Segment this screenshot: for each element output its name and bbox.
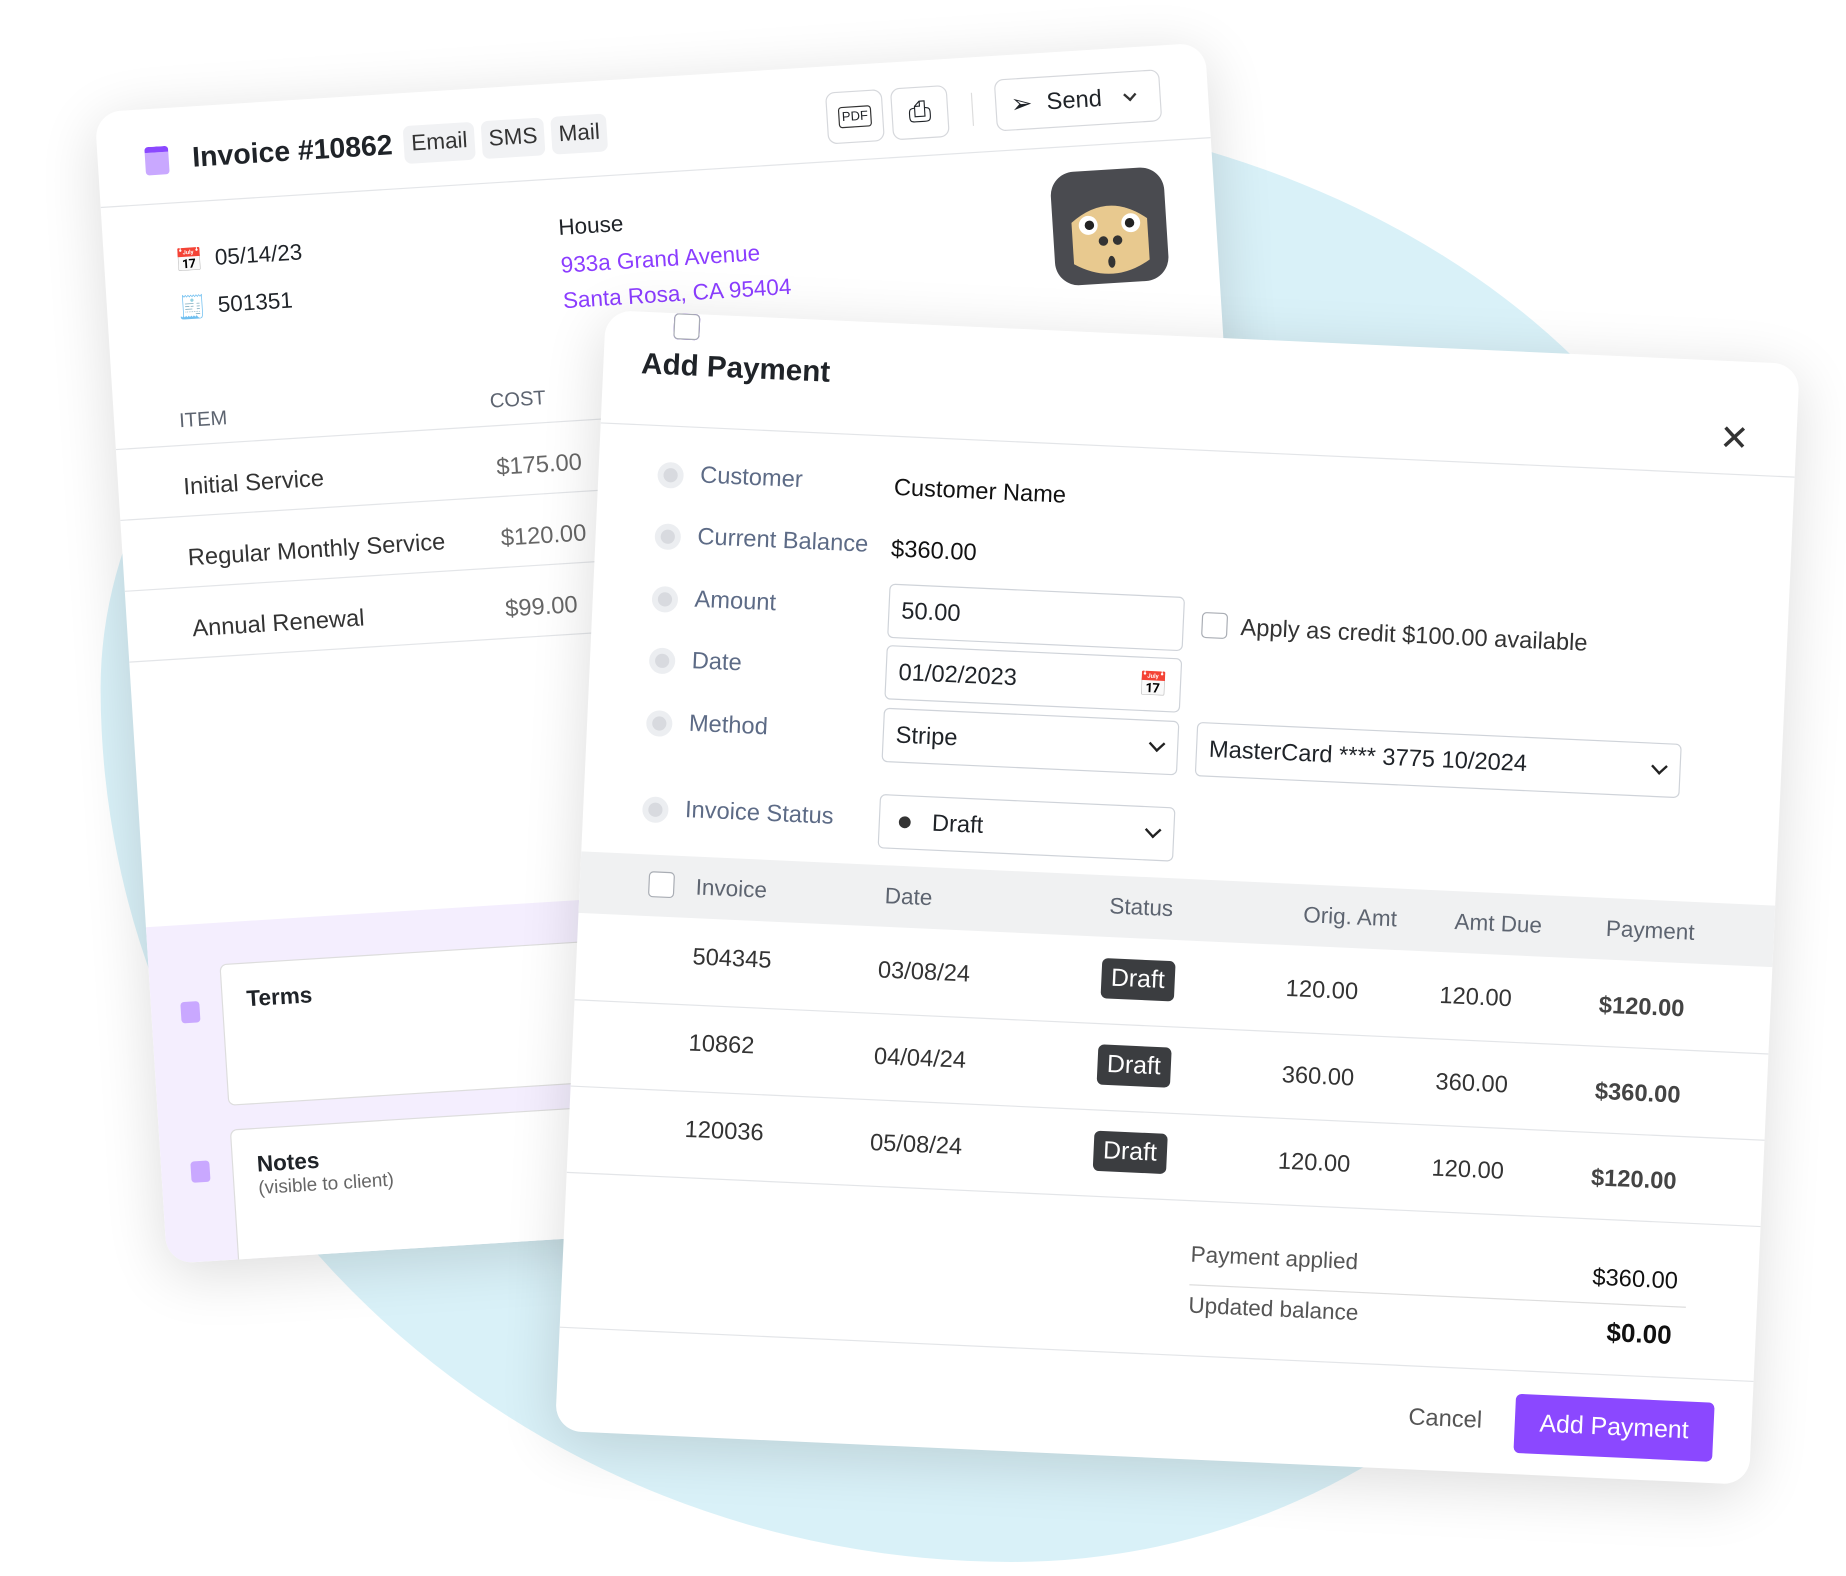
cancel-button[interactable]: Cancel: [1408, 1404, 1483, 1435]
receipt-icon: 🧾: [177, 295, 207, 322]
close-button[interactable]: ✕: [1718, 417, 1750, 460]
row-amt-due: 120.00: [1430, 1155, 1505, 1185]
date-input[interactable]: 01/02/2023 📅: [884, 644, 1183, 713]
add-payment-modal: Add Payment ✕ Customer Customer Name Cur…: [554, 310, 1800, 1485]
add-payment-button[interactable]: Add Payment: [1513, 1393, 1715, 1462]
payment-applied-value: $360.00: [1591, 1264, 1679, 1295]
status-badge: Draft: [1100, 957, 1176, 1002]
col-cost: COST: [489, 386, 547, 413]
item-cost: $175.00: [495, 449, 583, 481]
print-button[interactable]: ⎙: [889, 84, 950, 141]
invoice-number: 501351: [217, 288, 294, 319]
apply-credit-label: Apply as credit $100.00 available: [1239, 614, 1589, 657]
gorilla-avatar: [1050, 167, 1169, 286]
calendar-icon[interactable]: 📅: [1138, 669, 1169, 700]
email-pill[interactable]: Email: [403, 121, 476, 164]
updated-balance-value: $0.00: [1605, 1317, 1673, 1350]
amount-input[interactable]: 50.00: [887, 583, 1186, 652]
row-amt-due: 120.00: [1438, 982, 1513, 1013]
location-name: House: [557, 211, 625, 241]
col-amt-due: Amt Due: [1454, 910, 1543, 939]
info-icon: [654, 522, 682, 550]
chevron-down-icon: [1651, 758, 1668, 775]
col-orig-amt: Orig. Amt: [1302, 903, 1398, 933]
row-orig-amt: 120.00: [1285, 975, 1359, 1006]
chevron-down-icon: [1123, 88, 1137, 102]
info-icon: [651, 585, 679, 613]
info-icon: [648, 646, 676, 674]
send-button[interactable]: ➢ Send: [993, 69, 1163, 132]
row-checkbox[interactable]: [673, 313, 701, 341]
address-link[interactable]: 933a Grand Avenue Santa Rosa, CA 95404: [560, 235, 793, 320]
balance-value: $360.00: [890, 536, 978, 567]
clipboard-icon: [180, 1000, 201, 1024]
item-name: Annual Renewal: [191, 605, 366, 643]
invoice-status-select[interactable]: Draft: [877, 793, 1176, 862]
row-orig-amt: 360.00: [1281, 1062, 1355, 1092]
row-payment: $120.00: [1590, 1165, 1678, 1195]
info-icon: [645, 709, 673, 737]
paper-plane-icon: ➢: [1009, 87, 1034, 119]
pdf-button[interactable]: PDF: [824, 88, 885, 145]
toolbar-divider: [970, 92, 975, 126]
item-cost: $120.00: [500, 520, 588, 552]
info-icon: [641, 795, 670, 823]
updated-balance-label: Updated balance: [1187, 1293, 1359, 1327]
col-status: Status: [1108, 894, 1174, 923]
col-item: ITEM: [178, 406, 228, 432]
status-dot-icon: [898, 816, 911, 829]
printer-icon: ⎙: [907, 95, 933, 129]
pdf-icon: PDF: [837, 105, 873, 129]
info-icon: [657, 461, 685, 489]
invoice-link[interactable]: 504345: [692, 944, 772, 975]
col-invoice: Invoice: [695, 875, 768, 904]
invoice-title: Invoice #10862: [191, 129, 394, 174]
clipboard-icon: [190, 1160, 211, 1183]
chevron-down-icon: [1144, 821, 1162, 839]
customer-value: Customer Name: [893, 474, 1067, 509]
row-amt-due: 360.00: [1434, 1069, 1509, 1099]
item-name: Regular Monthly Service: [187, 529, 447, 572]
row-date: 04/04/24: [873, 1043, 967, 1074]
invoice-link[interactable]: 10862: [688, 1030, 755, 1060]
mail-pill[interactable]: Mail: [550, 113, 609, 155]
card-select[interactable]: MasterCard **** 3775 10/2024: [1194, 721, 1682, 799]
payment-applied-label: Payment applied: [1190, 1242, 1359, 1276]
chevron-down-icon: [1148, 735, 1166, 753]
col-payment: Payment: [1605, 916, 1696, 946]
modal-title: Add Payment: [640, 347, 831, 389]
invoice-date: 05/14/23: [214, 240, 304, 271]
invoice-link[interactable]: 120036: [684, 1117, 764, 1148]
item-name: Initial Service: [182, 465, 325, 501]
status-badge: Draft: [1092, 1130, 1168, 1175]
col-date: Date: [884, 884, 933, 912]
item-cost: $99.00: [504, 591, 579, 623]
select-all-checkbox[interactable]: [647, 871, 676, 899]
row-payment: $360.00: [1594, 1078, 1682, 1109]
method-select[interactable]: Stripe: [881, 707, 1180, 776]
status-badge: Draft: [1096, 1044, 1172, 1088]
row-payment: $120.00: [1598, 992, 1685, 1023]
apply-credit-checkbox[interactable]: [1200, 611, 1229, 640]
sms-pill[interactable]: SMS: [480, 117, 546, 160]
row-orig-amt: 120.00: [1277, 1148, 1351, 1178]
calendar-icon: 📅: [174, 247, 204, 275]
row-date: 05/08/24: [869, 1129, 963, 1161]
row-date: 03/08/24: [877, 957, 971, 988]
invoice-logo-icon: [144, 145, 170, 176]
